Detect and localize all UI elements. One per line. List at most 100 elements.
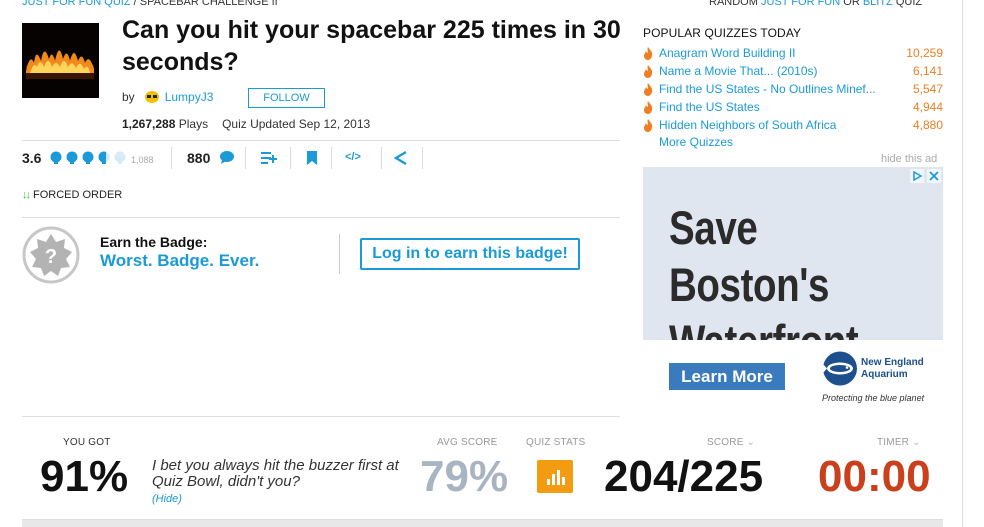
random-prefix: RANDOM bbox=[709, 0, 761, 8]
avg-score-value: 79% bbox=[420, 452, 509, 501]
rating-star-empty-icon[interactable] bbox=[113, 151, 127, 165]
popular-quiz-count: 6,141 bbox=[912, 64, 943, 78]
author-link[interactable]: LumpyJ3 bbox=[165, 90, 214, 104]
badge-separator bbox=[339, 234, 340, 274]
popular-quiz-name[interactable]: Find the US States bbox=[659, 100, 760, 114]
aquarium-name-line2: Aquarium bbox=[861, 369, 908, 380]
random-just-for-fun-link[interactable]: JUST FOR FUN bbox=[761, 0, 840, 8]
result-message: I bet you always hit the buzzer first at… bbox=[152, 457, 399, 490]
timer-label-text: TIMER bbox=[877, 437, 910, 448]
comment-icon[interactable] bbox=[219, 150, 235, 165]
forced-order-label: FORCED ORDER bbox=[33, 189, 123, 201]
aquarium-name: New England Aquarium bbox=[861, 357, 924, 381]
follow-button[interactable]: FOLLOW bbox=[248, 88, 325, 108]
ad-learn-more-button[interactable]: Learn More bbox=[669, 363, 785, 390]
rating-star-icon[interactable] bbox=[65, 151, 79, 165]
more-quizzes-link[interactable]: More Quizzes bbox=[659, 135, 733, 149]
plays-count: 1,267,288 bbox=[122, 117, 176, 131]
breadcrumb-current: SPACEBAR CHALLENGE II bbox=[139, 0, 278, 8]
advertisement[interactable]: Save Boston's Waterfront bbox=[643, 167, 943, 340]
score-label[interactable]: SCORE ⌄ bbox=[707, 437, 755, 448]
chevron-down-icon[interactable]: ⌄ bbox=[912, 437, 921, 448]
chevron-down-icon[interactable]: ⌄ bbox=[747, 437, 756, 448]
rating-stars[interactable] bbox=[49, 151, 127, 165]
quiz-stats-label: QUIZ STATS bbox=[526, 437, 586, 448]
popular-quiz-item[interactable]: Find the US States 4,944 bbox=[643, 99, 943, 117]
rating-star-icon[interactable] bbox=[49, 151, 63, 165]
toolbar-separator bbox=[331, 147, 332, 169]
divider bbox=[22, 140, 620, 141]
popular-quiz-name[interactable]: Anagram Word Building II bbox=[659, 46, 796, 60]
ad-close-icon[interactable] bbox=[927, 169, 941, 183]
score-label-text: SCORE bbox=[707, 437, 744, 448]
you-got-value: 91% bbox=[40, 452, 129, 501]
rating-value: 3.6 bbox=[22, 150, 42, 166]
hide-ad-link[interactable]: hide this ad bbox=[881, 153, 937, 165]
quiz-updated: Quiz Updated Sep 12, 2013 bbox=[222, 117, 371, 131]
random-or: OR bbox=[840, 0, 863, 8]
badge-name: Worst. Badge. Ever. bbox=[100, 251, 260, 270]
toolbar-separator bbox=[290, 147, 291, 169]
popular-quiz-item[interactable]: Hidden Neighbors of South Africa 4,880 bbox=[643, 117, 943, 135]
popular-quiz-count: 5,547 bbox=[912, 82, 943, 96]
aquarium-name-line1: New England bbox=[861, 357, 924, 368]
random-blitz-link[interactable]: BLITZ bbox=[863, 0, 893, 8]
author-avatar-icon bbox=[144, 90, 160, 104]
breadcrumb-separator: / bbox=[130, 0, 140, 8]
timer-value: 00:00 bbox=[818, 452, 931, 501]
add-to-playlist-icon[interactable] bbox=[259, 148, 279, 168]
popular-quiz-name[interactable]: Hidden Neighbors of South Africa bbox=[659, 118, 836, 132]
divider bbox=[22, 217, 620, 218]
popular-quiz-count: 4,880 bbox=[912, 118, 943, 132]
popular-quiz-count: 10,259 bbox=[906, 46, 943, 60]
you-got-label: YOU GOT bbox=[63, 437, 111, 448]
badge-earn-label: Earn the Badge: bbox=[100, 234, 208, 250]
popular-quiz-item[interactable]: Name a Movie That... (2010s) 6,141 bbox=[643, 63, 943, 81]
embed-icon[interactable]: </> bbox=[345, 151, 361, 163]
quiz-area-top-edge bbox=[22, 519, 943, 527]
badge-icon: ? bbox=[22, 226, 80, 284]
score-value: 204/225 bbox=[604, 452, 764, 501]
popular-quiz-item[interactable]: Find the US States - No Outlines Minef..… bbox=[643, 81, 943, 99]
random-quiz-links: RANDOM JUST FOR FUN OR BLITZ QUIZ bbox=[709, 0, 922, 8]
bookmark-icon[interactable] bbox=[302, 148, 322, 168]
avg-score-label: AVG SCORE bbox=[437, 437, 498, 448]
ad-headline[interactable]: Save Boston's Waterfront bbox=[669, 199, 890, 340]
rating-star-icon[interactable] bbox=[81, 151, 95, 165]
toolbar-separator bbox=[381, 147, 382, 169]
popular-quiz-name[interactable]: Find the US States - No Outlines Minef..… bbox=[659, 82, 876, 96]
page-right-border bbox=[962, 0, 963, 527]
fire-icon bbox=[644, 101, 653, 114]
fire-icon bbox=[644, 83, 653, 96]
fire-icon bbox=[644, 65, 653, 78]
toolbar-separator bbox=[422, 147, 423, 169]
aquarium-tagline: Protecting the blue planet bbox=[822, 393, 925, 403]
share-icon[interactable] bbox=[391, 148, 411, 168]
popular-quiz-item[interactable]: Anagram Word Building II 10,259 bbox=[643, 45, 943, 63]
plays-label: Plays bbox=[178, 117, 209, 131]
svg-text:?: ? bbox=[45, 246, 57, 268]
timer-label[interactable]: TIMER ⌄ bbox=[877, 437, 921, 448]
toolbar-separator bbox=[171, 147, 172, 169]
fire-icon bbox=[644, 119, 653, 132]
quiz-title: Can you hit your spacebar 225 times in 3… bbox=[122, 16, 621, 76]
quiz-stats-line: 1,267,288 Plays Quiz Updated Sep 12, 2013 bbox=[122, 117, 370, 131]
forced-order-arrows-icon: ↓↓ bbox=[22, 189, 31, 201]
popular-quiz-count: 4,944 bbox=[912, 100, 943, 114]
breadcrumb-category-link[interactable]: JUST FOR FUN QUIZ bbox=[22, 0, 131, 8]
popular-quizzes-title: POPULAR QUIZZES TODAY bbox=[643, 26, 802, 40]
login-earn-badge-button[interactable]: Log in to earn this badge! bbox=[360, 238, 580, 270]
quiz-thumbnail bbox=[22, 23, 99, 98]
adchoices-icon[interactable] bbox=[910, 169, 924, 183]
by-label: by bbox=[122, 90, 135, 104]
ad-choices[interactable] bbox=[910, 169, 941, 183]
comments-count[interactable]: 880 bbox=[187, 150, 210, 166]
hide-message-link[interactable]: (Hide) bbox=[152, 493, 182, 505]
breadcrumb: JUST FOR FUN QUIZ / SPACEBAR CHALLENGE I… bbox=[22, 0, 278, 8]
fire-icon bbox=[644, 47, 653, 60]
forced-order-indicator: ↓↓ FORCED ORDER bbox=[22, 189, 122, 201]
popular-quiz-name[interactable]: Name a Movie That... (2010s) bbox=[659, 64, 818, 78]
rating-star-partial-icon[interactable] bbox=[97, 151, 111, 165]
divider bbox=[22, 416, 620, 417]
quiz-stats-button[interactable] bbox=[537, 460, 573, 493]
